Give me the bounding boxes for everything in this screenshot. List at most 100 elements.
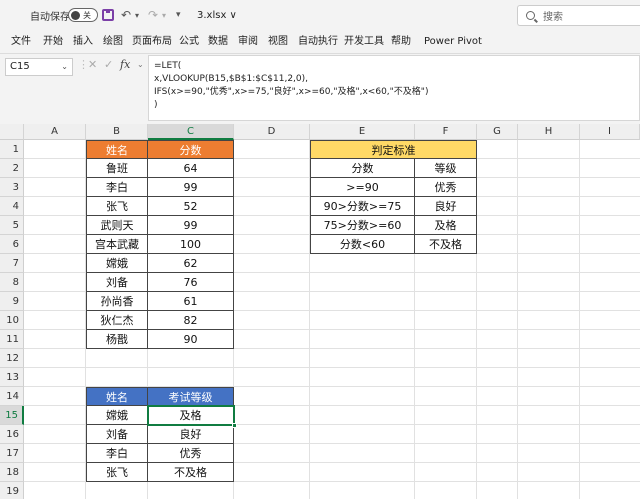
row-header-3[interactable]: 3 <box>0 178 24 197</box>
tab-automate[interactable]: 自动执行 <box>298 30 338 54</box>
tab-data[interactable]: 数据 <box>208 30 228 54</box>
result-grade-cell[interactable]: 及格 <box>148 406 234 425</box>
row-header-11[interactable]: 11 <box>0 330 24 349</box>
row-header-19[interactable]: 19 <box>0 482 24 499</box>
score-value-cell[interactable]: 52 <box>148 197 234 216</box>
row-header-4[interactable]: 4 <box>0 197 24 216</box>
tab-formulas[interactable]: 公式 <box>179 30 199 54</box>
score-name-cell[interactable]: 孙尚香 <box>86 292 148 311</box>
row-header-7[interactable]: 7 <box>0 254 24 273</box>
column-header-c[interactable]: C <box>148 124 234 140</box>
undo-dropdown-icon[interactable]: ▾ <box>135 0 139 30</box>
criteria-grade-cell[interactable]: 及格 <box>415 216 477 235</box>
name-box[interactable]: C15 ⌄ <box>5 58 73 76</box>
fx-dropdown-icon[interactable]: ⌄ <box>137 60 144 69</box>
score-value-cell[interactable]: 76 <box>148 273 234 292</box>
column-header-e[interactable]: E <box>310 124 415 140</box>
criteria-title[interactable]: 判定标准 <box>310 140 477 159</box>
name-box-dropdown-icon[interactable]: ⌄ <box>61 59 68 75</box>
score-header-score[interactable]: 分数 <box>148 140 234 159</box>
redo-dropdown-icon[interactable]: ▾ <box>162 0 166 30</box>
score-name-cell[interactable]: 宫本武藏 <box>86 235 148 254</box>
criteria-grade-cell[interactable]: 优秀 <box>415 178 477 197</box>
quick-access-more-icon[interactable]: ▾ <box>176 0 181 30</box>
criteria-header-score[interactable]: 分数 <box>310 159 415 178</box>
result-grade-cell[interactable]: 不及格 <box>148 463 234 482</box>
row-header-2[interactable]: 2 <box>0 159 24 178</box>
result-name-cell[interactable]: 张飞 <box>86 463 148 482</box>
row-header-1[interactable]: 1 <box>0 140 24 159</box>
cancel-icon[interactable]: ✕ <box>88 58 97 71</box>
row-header-9[interactable]: 9 <box>0 292 24 311</box>
row-header-8[interactable]: 8 <box>0 273 24 292</box>
score-name-cell[interactable]: 张飞 <box>86 197 148 216</box>
tab-insert[interactable]: 插入 <box>73 30 93 54</box>
column-header-d[interactable]: D <box>234 124 310 140</box>
tab-home[interactable]: 开始 <box>43 30 63 54</box>
score-value-cell[interactable]: 62 <box>148 254 234 273</box>
score-name-cell[interactable]: 刘备 <box>86 273 148 292</box>
score-header-name[interactable]: 姓名 <box>86 140 148 159</box>
save-icon[interactable] <box>102 9 114 21</box>
autosave-toggle[interactable]: 关 <box>68 8 98 22</box>
row-header-14[interactable]: 14 <box>0 387 24 406</box>
score-value-cell[interactable]: 100 <box>148 235 234 254</box>
insert-function-icon[interactable]: fx <box>120 58 130 71</box>
criteria-header-grade[interactable]: 等级 <box>415 159 477 178</box>
tab-draw[interactable]: 绘图 <box>103 30 123 54</box>
column-header-f[interactable]: F <box>415 124 477 140</box>
criteria-range-cell[interactable]: 75>分数>=60 <box>310 216 415 235</box>
formula-input[interactable]: =LET( x,VLOOKUP(B15,$B$1:$C$11,2,0), IFS… <box>148 55 640 121</box>
tab-developer[interactable]: 开发工具 <box>344 30 384 54</box>
score-value-cell[interactable]: 64 <box>148 159 234 178</box>
score-name-cell[interactable]: 武则天 <box>86 216 148 235</box>
criteria-range-cell[interactable]: 90>分数>=75 <box>310 197 415 216</box>
row-header-10[interactable]: 10 <box>0 311 24 330</box>
tab-review[interactable]: 审阅 <box>238 30 258 54</box>
undo-icon[interactable]: ↶ <box>121 0 131 30</box>
tab-power-pivot[interactable]: Power Pivot <box>424 30 482 54</box>
criteria-range-cell[interactable]: 分数<60 <box>310 235 415 254</box>
result-header-name[interactable]: 姓名 <box>86 387 148 406</box>
criteria-range-cell[interactable]: >=90 <box>310 178 415 197</box>
result-name-cell[interactable]: 嫦娥 <box>86 406 148 425</box>
result-header-grade[interactable]: 考试等级 <box>148 387 234 406</box>
column-header-h[interactable]: H <box>518 124 580 140</box>
tab-page-layout[interactable]: 页面布局 <box>132 30 172 54</box>
column-header-b[interactable]: B <box>86 124 148 140</box>
score-value-cell[interactable]: 61 <box>148 292 234 311</box>
result-name-cell[interactable]: 李白 <box>86 444 148 463</box>
row-header-16[interactable]: 16 <box>0 425 24 444</box>
enter-icon[interactable]: ✓ <box>104 58 113 71</box>
criteria-grade-cell[interactable]: 不及格 <box>415 235 477 254</box>
search-box[interactable]: 搜索 <box>517 5 640 26</box>
result-grade-cell[interactable]: 优秀 <box>148 444 234 463</box>
row-header-18[interactable]: 18 <box>0 463 24 482</box>
score-value-cell[interactable]: 90 <box>148 330 234 349</box>
row-header-17[interactable]: 17 <box>0 444 24 463</box>
row-header-6[interactable]: 6 <box>0 235 24 254</box>
result-name-cell[interactable]: 刘备 <box>86 425 148 444</box>
score-value-cell[interactable]: 99 <box>148 216 234 235</box>
file-name[interactable]: 3.xlsx ∨ <box>197 0 237 30</box>
column-header-g[interactable]: G <box>477 124 518 140</box>
column-header-a[interactable]: A <box>24 124 86 140</box>
tab-file[interactable]: 文件 <box>11 30 31 54</box>
criteria-grade-cell[interactable]: 良好 <box>415 197 477 216</box>
row-header-5[interactable]: 5 <box>0 216 24 235</box>
tab-view[interactable]: 视图 <box>268 30 288 54</box>
score-value-cell[interactable]: 82 <box>148 311 234 330</box>
redo-icon[interactable]: ↷ <box>148 0 158 30</box>
row-header-12[interactable]: 12 <box>0 349 24 368</box>
column-header-i[interactable]: I <box>580 124 640 140</box>
result-grade-cell[interactable]: 良好 <box>148 425 234 444</box>
score-value-cell[interactable]: 99 <box>148 178 234 197</box>
score-name-cell[interactable]: 鲁班 <box>86 159 148 178</box>
select-all-corner[interactable] <box>0 124 24 140</box>
score-name-cell[interactable]: 杨戬 <box>86 330 148 349</box>
score-name-cell[interactable]: 嫦娥 <box>86 254 148 273</box>
spreadsheet-grid[interactable]: A B C D E F G H I 1 2 3 4 5 6 7 8 9 10 11 12 13 14 15 1… <box>0 124 640 499</box>
tab-help[interactable]: 帮助 <box>391 30 411 54</box>
row-header-15[interactable]: 15 <box>0 406 24 425</box>
row-header-13[interactable]: 13 <box>0 368 24 387</box>
